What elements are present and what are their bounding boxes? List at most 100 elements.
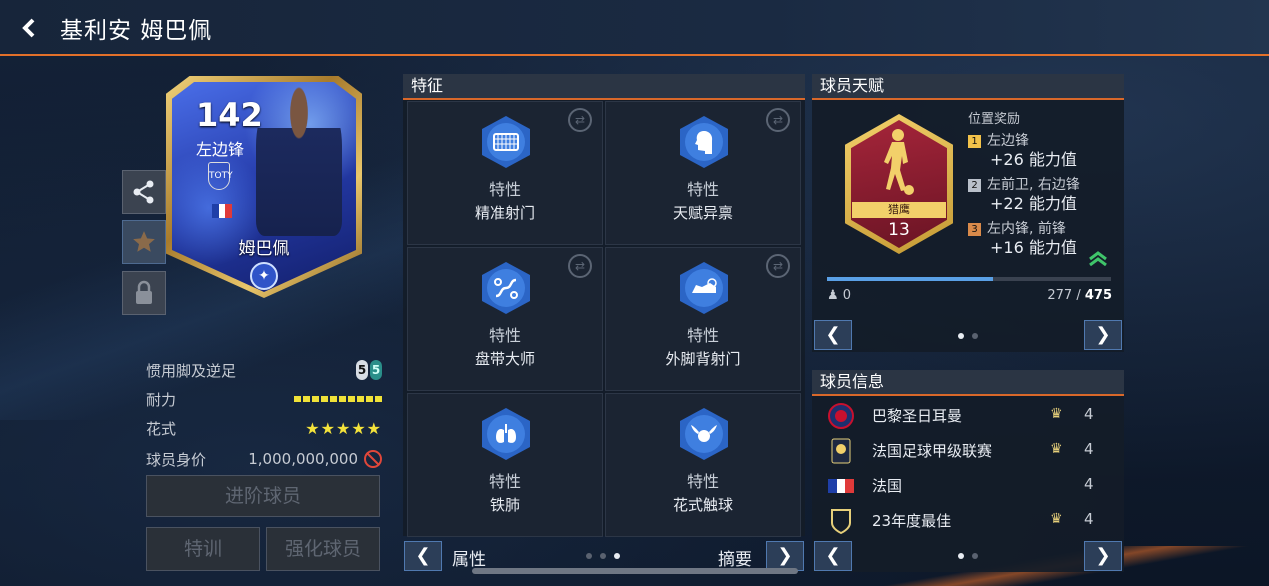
share-button[interactable]: [122, 170, 166, 214]
lock-button[interactable]: [122, 271, 166, 315]
stamina-label: 耐力: [146, 390, 177, 409]
france-flag-icon: [212, 204, 233, 218]
trait-type: 特性: [686, 326, 719, 345]
trait-name: 花式触球: [672, 496, 733, 514]
info-row-program[interactable]: 23年度最佳 ♛ 4: [814, 503, 1124, 537]
talent-progress-text: 277 / 475: [1047, 288, 1112, 303]
info-row-league[interactable]: 法国足球甲级联赛 ♛ 4: [814, 433, 1124, 467]
player-card[interactable]: 142 左边锋 TOTY 姆巴佩 ✦: [166, 76, 362, 298]
toty-shield-icon: [831, 509, 851, 534]
chevron-left-icon: [22, 18, 35, 38]
rank-badge: 2: [968, 178, 981, 192]
star-icon: [133, 231, 155, 252]
info-row-nation[interactable]: 法国 4: [814, 468, 1124, 502]
favorite-button[interactable]: [122, 220, 166, 264]
position-bonus-title: 位置奖励: [968, 112, 1021, 127]
traits-page-dots: [586, 553, 620, 559]
trait-item[interactable]: ⇄ 特性 天赋异禀: [605, 101, 801, 245]
swap-icon[interactable]: ⇄: [568, 108, 592, 132]
left-foot-value: 5: [356, 360, 368, 380]
club-name: 巴黎圣日耳曼: [872, 407, 963, 425]
link-level: 4: [1084, 405, 1094, 423]
enhance-player-button[interactable]: 强化球员: [266, 527, 380, 571]
dribble-path-icon: [487, 269, 525, 307]
trait-type: 特性: [488, 180, 521, 199]
talent-prev-button[interactable]: ❮: [814, 320, 852, 350]
info-next-button[interactable]: ❯: [1084, 541, 1122, 571]
trait-hex: [680, 262, 728, 314]
skill-label: 花式: [146, 419, 177, 438]
trait-item[interactable]: ⇄ 特性 外脚背射门: [605, 247, 801, 391]
trait-type: 特性: [488, 472, 521, 491]
goal-net-icon: [487, 123, 525, 161]
summary-tab-label[interactable]: 摘要: [718, 545, 752, 570]
not-tradable-icon: [364, 450, 382, 468]
card-rating: 142: [196, 96, 263, 134]
stamina-row: 耐力: [146, 387, 382, 411]
trait-item[interactable]: ⇄ 特性 精准射门: [407, 101, 603, 245]
trait-item[interactable]: ⇄ 特性 盘带大师: [407, 247, 603, 391]
upgrade-player-button[interactable]: 进阶球员: [146, 475, 380, 517]
stamina-bar: [294, 396, 382, 402]
swap-icon[interactable]: ⇄: [766, 254, 790, 278]
head-profile-icon: [685, 123, 723, 161]
link-level-icon: ♛: [1050, 511, 1063, 527]
ligue1-logo-icon: [831, 438, 851, 464]
token-count-value: 0: [842, 288, 852, 303]
value-label: 球员身价: [146, 450, 207, 469]
progress-total: 475: [1084, 288, 1112, 303]
swap-icon[interactable]: ⇄: [568, 254, 592, 278]
bonus-value: +16 能力值: [990, 238, 1077, 257]
talent-progress-bar: [827, 277, 1111, 281]
preferred-foot-row: 惯用脚及逆足 5 5: [146, 358, 382, 382]
rank-badge: 3: [968, 222, 981, 236]
trait-type: 特性: [488, 326, 521, 345]
trait-name: 盘带大师: [474, 350, 535, 368]
nation-name: 法国: [872, 477, 903, 495]
trait-hex: [482, 408, 530, 460]
horizontal-scrollbar[interactable]: [472, 568, 798, 574]
swap-icon[interactable]: ⇄: [766, 108, 790, 132]
trait-name: 铁肺: [489, 496, 520, 514]
traits-panel-title: 特征: [403, 74, 805, 100]
share-icon: [133, 180, 154, 204]
page-title: 基利安 姆巴佩: [60, 18, 213, 44]
link-level: 4: [1084, 440, 1094, 458]
token-icon: ♟: [827, 288, 839, 303]
bonus-value: +26 能力值: [990, 150, 1077, 169]
info-page-dots: [958, 553, 978, 559]
trait-name: 精准射门: [474, 204, 535, 222]
talent-level: 13: [888, 220, 910, 240]
bonus-value: +22 能力值: [990, 194, 1077, 213]
info-prev-button[interactable]: ❮: [814, 541, 852, 571]
traits-grid: ⇄ 特性 精准射门 ⇄ 特性 天赋异禀 ⇄ 特性 盘带大师 ⇄ 特性 外脚背射门…: [405, 101, 803, 537]
skill-stars: ★★★★★: [305, 418, 382, 438]
trait-item[interactable]: 特性 花式触球: [605, 393, 801, 537]
traits-next-button[interactable]: ❯: [766, 541, 804, 571]
player-value: 1,000,000,000: [248, 450, 382, 468]
link-level: 4: [1084, 475, 1094, 493]
league-name: 法国足球甲级联赛: [872, 442, 993, 460]
top-bar: 基利安 姆巴佩: [0, 0, 1269, 56]
talent-name: 猎鹰: [852, 202, 946, 218]
weak-foot-indicator: 5 5: [356, 360, 382, 380]
talent-page-dots: [958, 333, 978, 339]
traits-prev-button[interactable]: ❮: [404, 541, 442, 571]
snowflake-emblem-icon: ✦: [250, 262, 278, 290]
trait-hex: [680, 116, 728, 168]
talent-next-button[interactable]: ❯: [1084, 320, 1122, 350]
card-player-name: 姆巴佩: [238, 239, 290, 259]
info-row-club[interactable]: 巴黎圣日耳曼 ♛ 4: [814, 398, 1124, 432]
rank-badge: 1: [968, 134, 981, 148]
training-button[interactable]: 特训: [146, 527, 260, 571]
player-photo: [256, 86, 342, 236]
psg-crest-icon: [828, 403, 854, 429]
trait-item[interactable]: 特性 铁肺: [407, 393, 603, 537]
preferred-foot-label: 惯用脚及逆足: [146, 361, 237, 380]
back-button[interactable]: [18, 14, 46, 42]
player-figure-icon: [884, 129, 914, 195]
card-position: 左边锋: [196, 140, 245, 159]
attributes-tab-label[interactable]: 属性: [452, 545, 486, 570]
winged-ball-icon: [685, 415, 723, 453]
link-level: 4: [1084, 510, 1094, 528]
